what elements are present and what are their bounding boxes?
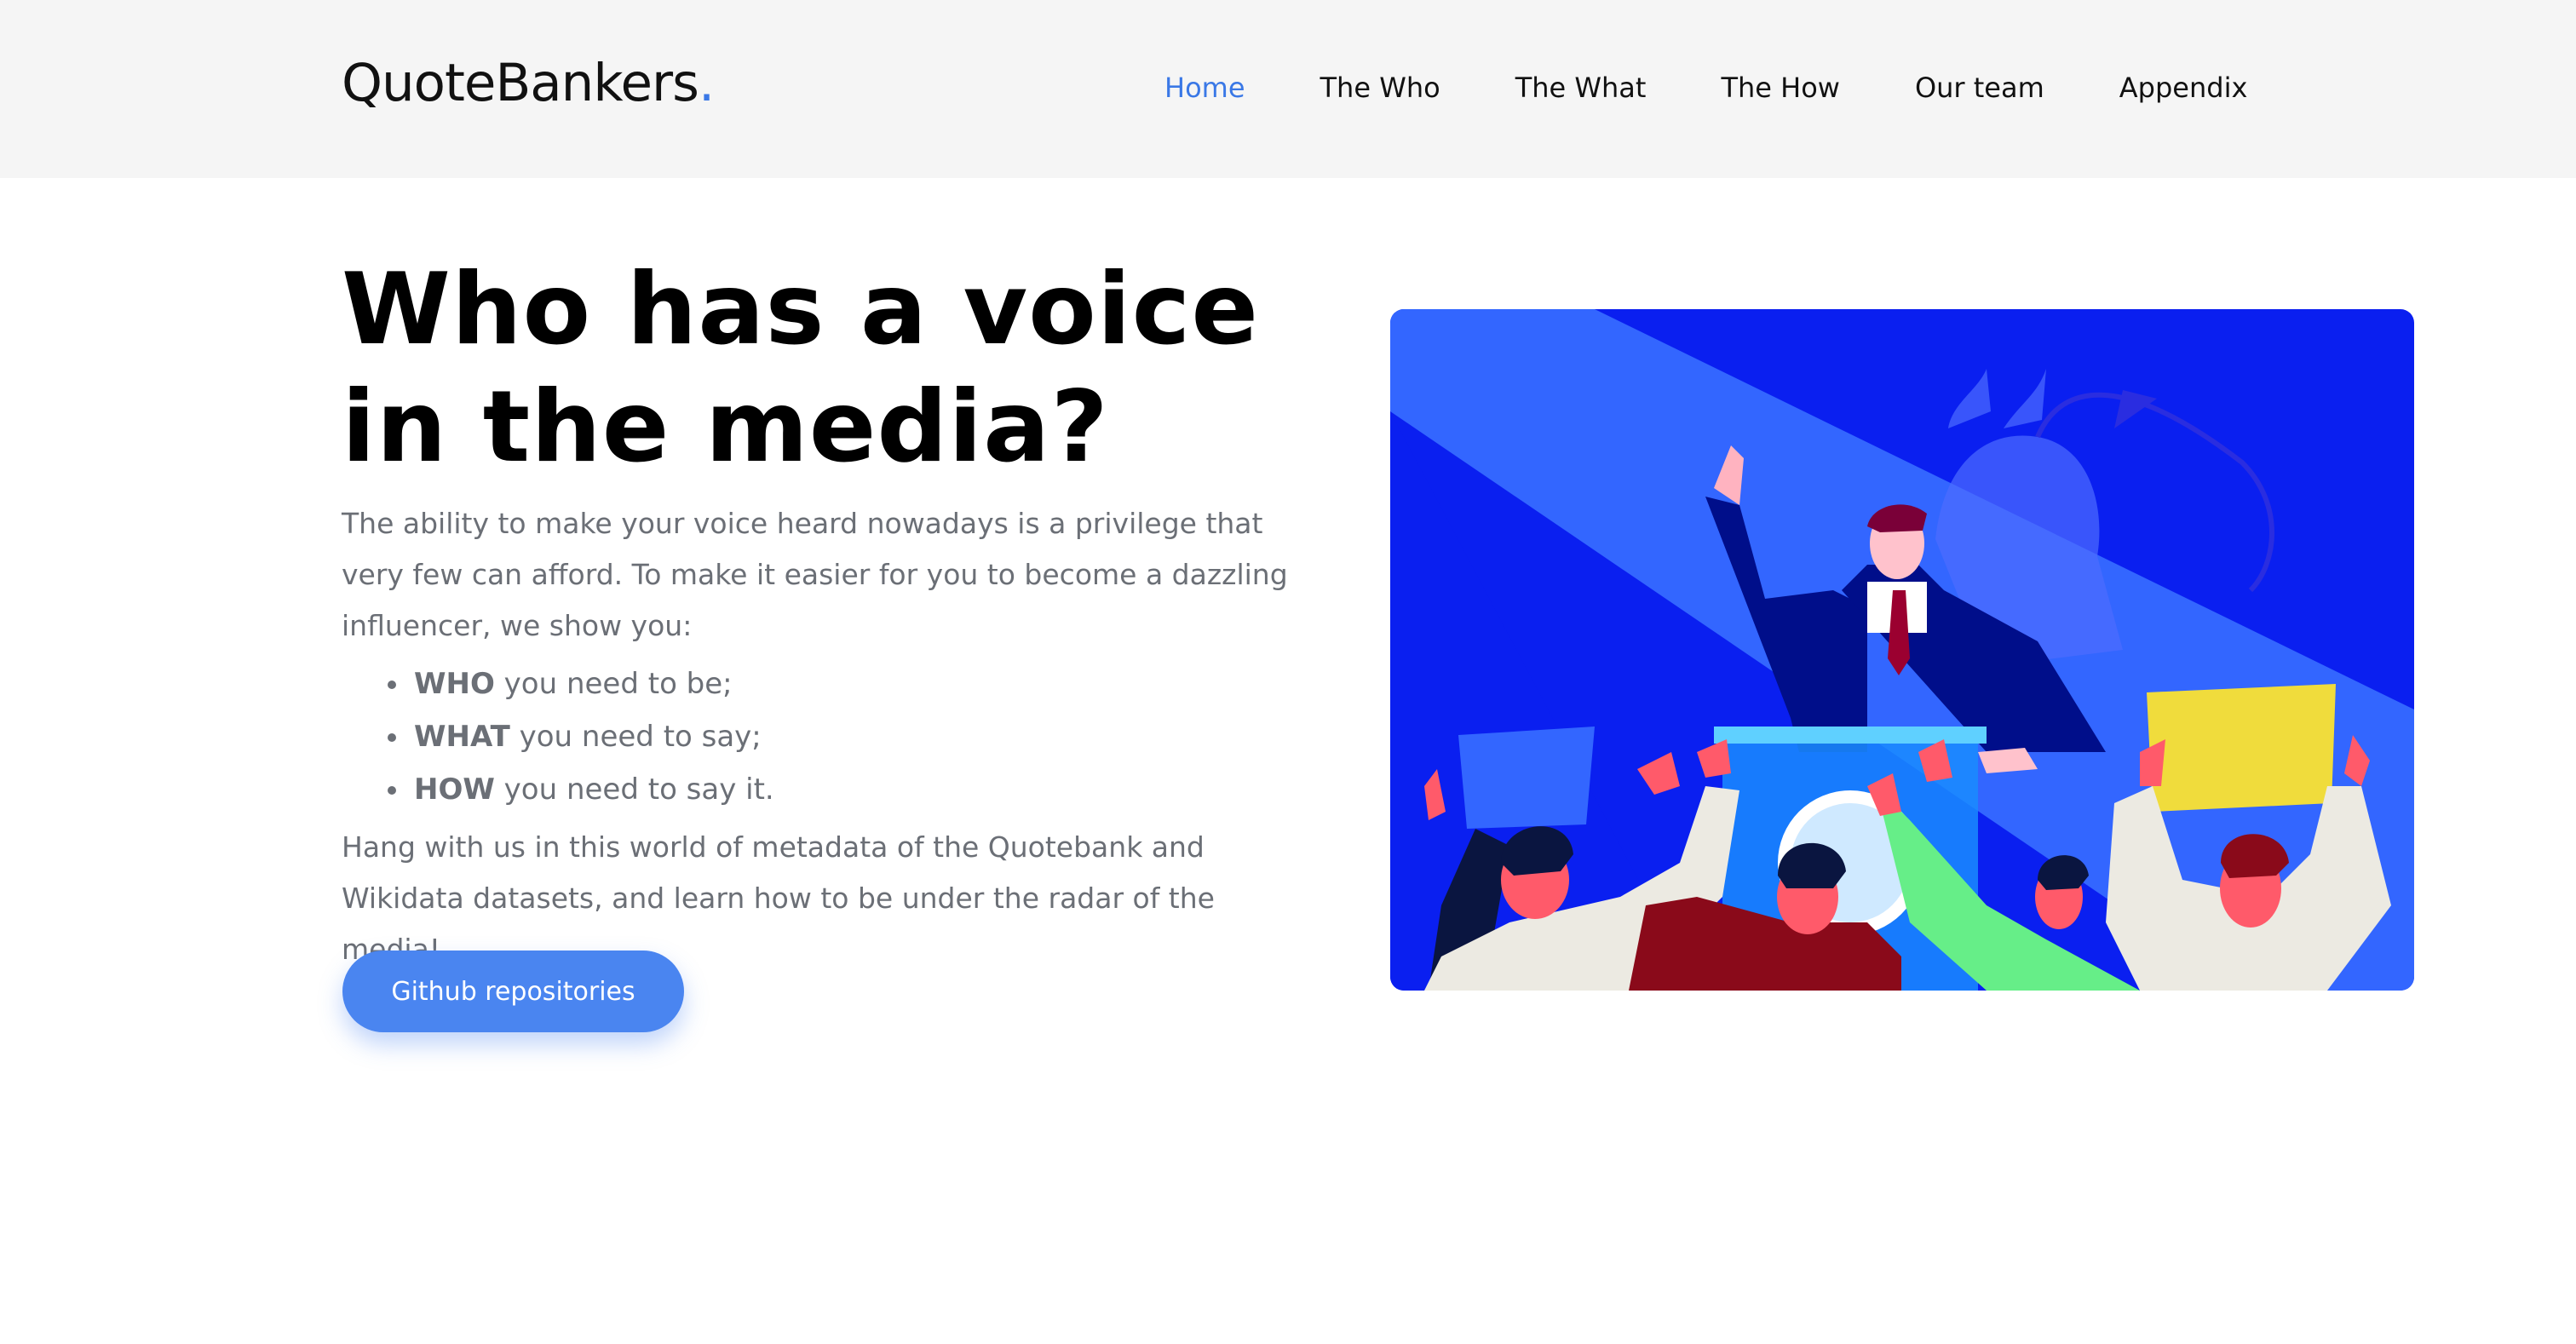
bullet-how: HOW you need to say it. <box>411 763 774 816</box>
brand-logo[interactable]: QuoteBankers. <box>342 53 715 113</box>
hero-bullets: WHO you need to be; WHAT you need to say… <box>380 658 774 816</box>
hero-intro: The ability to make your voice heard now… <box>342 507 1288 642</box>
brand-dot: . <box>698 53 715 113</box>
bullet-who-bold: WHO <box>414 667 495 701</box>
bullet-how-text: you need to say it. <box>494 773 774 807</box>
bullet-what-text: you need to say; <box>509 720 762 754</box>
bullet-what: WHAT you need to say; <box>411 710 774 763</box>
hero-title: Who has a voice in the media? <box>342 252 1260 485</box>
site-header: QuoteBankers. Home The Who The What The … <box>0 0 2576 178</box>
nav-our-team[interactable]: Our team <box>1915 72 2044 104</box>
nav-home[interactable]: Home <box>1164 72 1245 104</box>
github-repositories-button[interactable]: Github repositories <box>342 951 684 1032</box>
bullet-who-text: you need to be; <box>494 667 733 701</box>
hero-illustration <box>1390 309 2414 991</box>
nav-the-who[interactable]: The Who <box>1320 72 1440 104</box>
brand-name: QuoteBankers <box>342 53 699 113</box>
nav-the-how[interactable]: The How <box>1721 72 1840 104</box>
nav-the-what[interactable]: The What <box>1515 72 1647 104</box>
bullet-how-bold: HOW <box>414 773 495 807</box>
main-nav: Home The Who The What The How Our team A… <box>1164 72 2247 104</box>
bullet-what-bold: WHAT <box>414 720 510 754</box>
bullet-who: WHO you need to be; <box>411 658 774 710</box>
speaker-crowd-illustration <box>1390 309 2414 991</box>
nav-appendix[interactable]: Appendix <box>2119 72 2248 104</box>
